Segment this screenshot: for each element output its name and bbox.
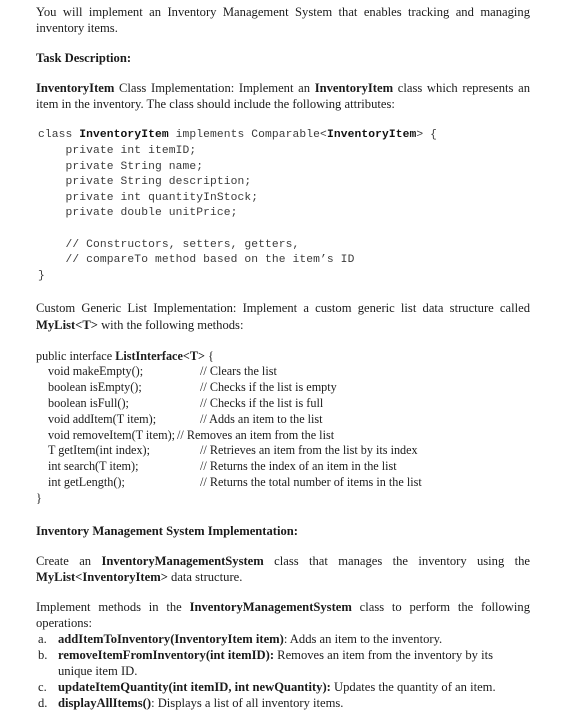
list-item-description: : Adds an item to the inventory.: [283, 632, 443, 647]
operations-list: a. addItemToInventory(InventoryItem item)…: [36, 631, 530, 711]
method-signature: int getLength();: [48, 474, 125, 489]
create-mid: class that manages the inventory using t…: [263, 553, 531, 568]
code-token-bold: InventoryItem: [79, 129, 169, 142]
method-comment: // Returns the total number of items in …: [200, 474, 422, 489]
interface-open-tail: {: [204, 348, 214, 363]
inventory-item-bold-2: InventoryItem: [314, 81, 394, 96]
implement-methods-paragraph: Implement methods in the InventoryManage…: [36, 599, 530, 631]
method-signature: void makeEmpty();: [48, 364, 144, 379]
interface-block: public interface ListInterface<T> { void…: [36, 349, 530, 507]
code-token: class: [38, 129, 80, 142]
custom-list-lead: Custom Generic List Implementation: Impl…: [36, 301, 530, 316]
method-comment: // Checks if the list is empty: [200, 380, 337, 395]
list-item-text: updateItemQuantity(int itemID, int newQu…: [58, 679, 530, 695]
interface-method-line: boolean isEmpty(); // Checks if the list …: [36, 380, 530, 396]
list-item-text: addItemToInventory(InventoryItem item): …: [58, 631, 530, 647]
code-token: implements Comparable<: [168, 129, 327, 142]
interface-method-line: void makeEmpty(); // Clears the list: [36, 364, 530, 380]
code-token: // compareTo method based on the item’s …: [38, 254, 355, 267]
inventory-item-mid: Class Implementation: Implement an: [114, 81, 315, 96]
list-item-marker: a.: [38, 632, 47, 647]
list-item-marker: b.: [38, 648, 48, 663]
method-signature: void addItem(T item);: [48, 411, 157, 426]
mylist-inventoryitem-bold: MyList<InventoryItem>: [36, 569, 168, 584]
method-signature: T getItem(int index);: [48, 443, 150, 458]
interface-method-line: int search(T item); // Returns the index …: [36, 459, 530, 475]
ims-bold-2: InventoryManagementSystem: [189, 599, 352, 614]
code-token: }: [38, 269, 45, 282]
code-token: private String description;: [38, 176, 252, 189]
create-lead: Create an: [36, 553, 102, 568]
list-item-method-name: removeItemFromInventory(int itemID):: [58, 648, 275, 663]
task-description-heading: Task Description:: [36, 51, 132, 66]
interface-method-lines: void makeEmpty();// Clears the list boole…: [36, 364, 530, 490]
list-item: b. removeItemFromInventory(int itemID): R…: [36, 647, 530, 679]
inventory-item-bold-1: InventoryItem: [36, 81, 115, 96]
list-item: a. addItemToInventory(InventoryItem item)…: [36, 631, 530, 647]
list-item: c. updateItemQuantity(int itemID, int new…: [36, 679, 530, 695]
list-item-description: : Displays a list of all inventory items…: [151, 696, 344, 711]
method-signature: void removeItem(T item);: [48, 427, 176, 442]
method-comment: // Returns the index of an item in the l…: [200, 459, 397, 474]
code-block-inventory-item: class InventoryItem implements Comparabl…: [36, 128, 530, 284]
interface-open-line: public interface ListInterface<T> {: [36, 349, 530, 365]
method-comment: // Removes an item from the list: [177, 427, 335, 442]
interface-method-line: T getItem(int index); // Retrieves an ite…: [36, 443, 530, 459]
implement-lead: Implement methods in the: [36, 599, 190, 614]
list-item-method-name: displayAllItems(): [58, 696, 152, 711]
code-token: private String name;: [38, 160, 204, 173]
code-token: private double unitPrice;: [38, 207, 238, 220]
code-token: private int itemID;: [38, 145, 197, 158]
code-token-bold: InventoryItem: [326, 129, 417, 142]
create-tail: data structure.: [167, 569, 243, 584]
code-token: private int quantityInStock;: [38, 191, 259, 204]
mylist-bold: MyList<T>: [36, 317, 98, 332]
custom-list-paragraph: Custom Generic List Implementation: Impl…: [36, 300, 530, 332]
create-ims-paragraph: Create an InventoryManagementSystem clas…: [36, 553, 530, 585]
interface-method-line: int getLength(); // Returns the total num…: [36, 475, 530, 491]
ims-implementation-heading: Inventory Management System Implementati…: [36, 523, 298, 538]
list-item-marker: c.: [38, 680, 47, 695]
list-interface-bold: ListInterface<T>: [115, 348, 205, 363]
interface-method-line: boolean isFull(); // Checks if the list i…: [36, 396, 530, 412]
interface-close-line: }: [36, 490, 42, 505]
list-item-marker: d.: [38, 696, 48, 711]
method-comment: // Retrieves an item from the list by it…: [200, 443, 418, 458]
document-page: You will implement an Inventory Manageme…: [0, 0, 565, 710]
method-comment: // Adds an item to the list: [200, 411, 323, 426]
code-token: // Constructors, setters, getters,: [38, 238, 300, 251]
method-comment: // Checks if the list is full: [200, 395, 324, 410]
method-signature: int search(T item);: [48, 459, 139, 474]
inventory-item-paragraph: InventoryItem Class Implementation: Impl…: [36, 80, 530, 112]
list-item: d. displayAllItems(): Displays a list of …: [36, 695, 530, 711]
custom-list-tail: with the following methods:: [97, 317, 244, 332]
list-item-method-name: addItemToInventory(InventoryItem item): [58, 632, 284, 647]
method-signature: boolean isFull();: [48, 395, 129, 410]
list-item-description: Updates the quantity of an item.: [330, 680, 496, 695]
interface-method-line: void removeItem(T item);// Removes an it…: [36, 428, 530, 444]
ims-bold-1: InventoryManagementSystem: [101, 553, 264, 568]
interface-method-line: void addItem(T item); // Adds an item to …: [36, 412, 530, 428]
list-item-method-name: updateItemQuantity(int itemID, int newQu…: [58, 680, 331, 695]
intro-text: You will implement an Inventory Manageme…: [36, 5, 530, 36]
method-signature: boolean isEmpty();: [48, 380, 142, 395]
interface-open-plain: public interface: [36, 348, 116, 363]
list-item-text: displayAllItems(): Displays a list of al…: [58, 695, 530, 711]
intro-paragraph: You will implement an Inventory Manageme…: [36, 4, 530, 36]
list-item-text: removeItemFromInventory(int itemID): Rem…: [58, 647, 530, 679]
method-comment: // Clears the list: [200, 364, 277, 379]
code-token: > {: [416, 129, 438, 142]
